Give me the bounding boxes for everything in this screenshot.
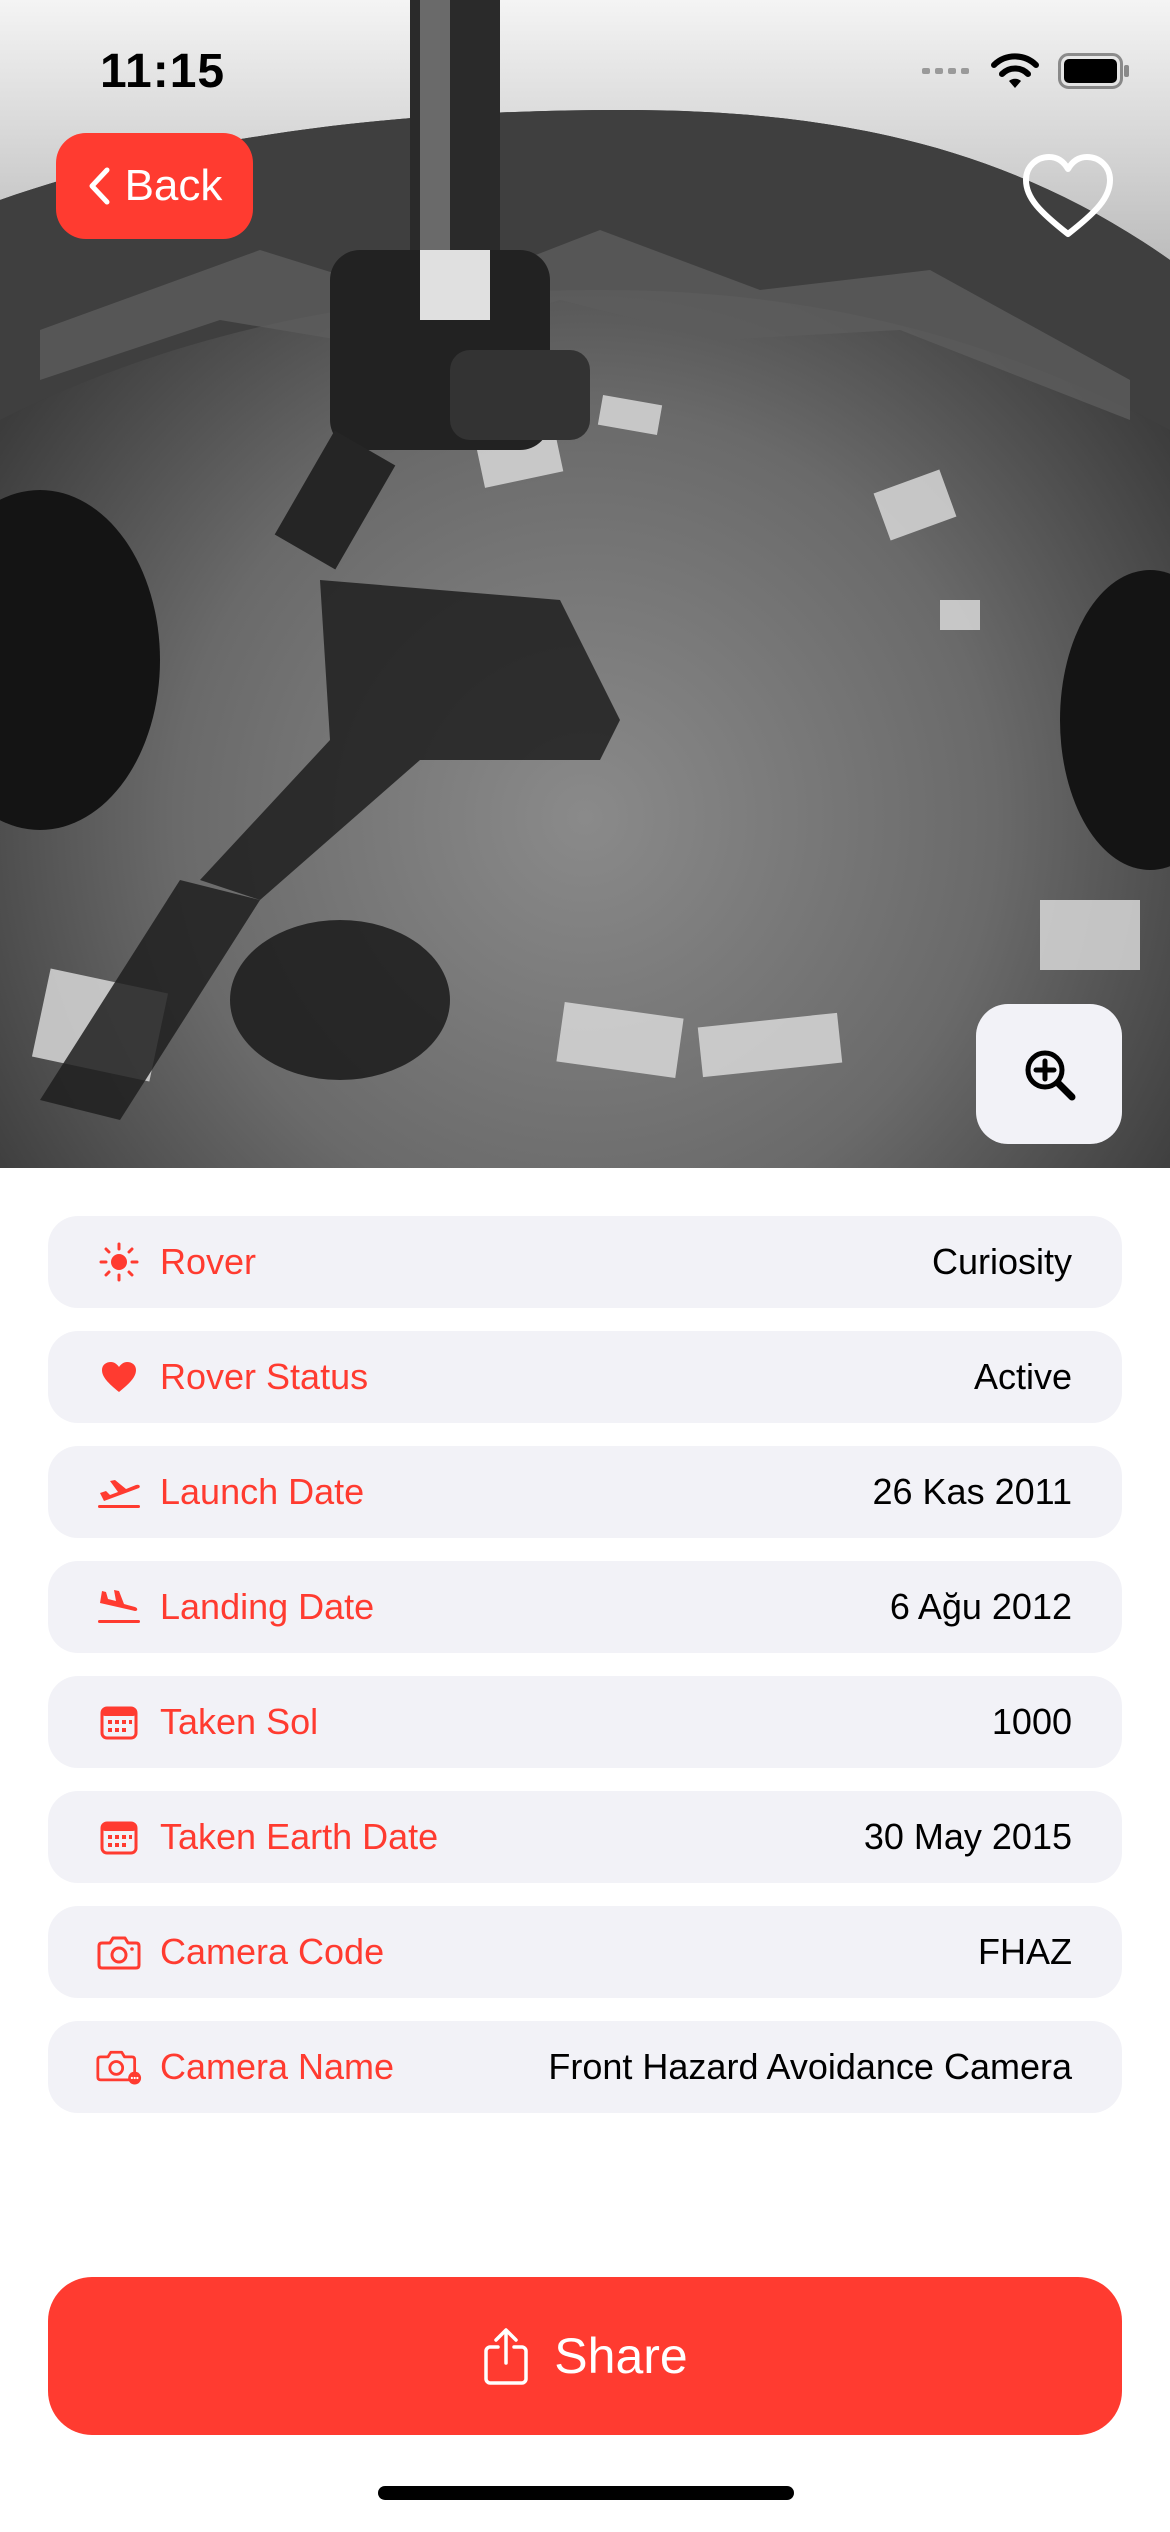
chevron-left-icon [89, 167, 110, 205]
detail-value: Curiosity [931, 1241, 1072, 1282]
detail-label: Launch Date [160, 1471, 365, 1512]
calendar-icon [96, 1814, 142, 1860]
share-button-label: Share [554, 2328, 688, 2384]
detail-value: 30 May 2015 [863, 1816, 1072, 1857]
detail-row-landing-date: Landing Date 6 Ağu 2012 [48, 1561, 1122, 1653]
detail-row-camera-name: Camera Name Front Hazard Avoidance Camer… [48, 2021, 1122, 2113]
detail-label: Camera Code [160, 1931, 385, 1972]
detail-label: Landing Date [160, 1586, 375, 1627]
airplane-arrival-icon [96, 1584, 142, 1630]
camera-icon [96, 1929, 142, 1975]
calendar-icon [96, 1699, 142, 1745]
detail-value: 1000 [991, 1701, 1072, 1742]
status-icons [922, 52, 1130, 90]
detail-row-launch-date: Launch Date 26 Kas 2011 [48, 1446, 1122, 1538]
battery-icon [1058, 53, 1129, 89]
back-button[interactable]: Back [56, 133, 253, 239]
status-time: 11:15 [100, 45, 226, 98]
zoom-button[interactable] [976, 1004, 1122, 1144]
detail-label: Rover Status [160, 1356, 369, 1397]
detail-row-rover-status: Rover Status Active [48, 1331, 1122, 1423]
camera-badge-icon [96, 2044, 142, 2090]
detail-value: Front Hazard Avoidance Camera [548, 2046, 1072, 2087]
favorite-button[interactable] [1020, 152, 1116, 242]
signal-icon [922, 68, 969, 74]
detail-label: Camera Name [160, 2046, 395, 2087]
detail-label: Taken Earth Date [160, 1816, 439, 1857]
detail-value: Active [973, 1356, 1072, 1397]
home-indicator [378, 2486, 794, 2500]
detail-label: Taken Sol [160, 1701, 319, 1742]
heart-outline-icon [1023, 154, 1113, 237]
detail-label: Rover [160, 1241, 257, 1282]
wifi-icon [991, 53, 1039, 88]
detail-row-taken-earth-date: Taken Earth Date 30 May 2015 [48, 1791, 1122, 1883]
zoom-in-icon [1025, 1050, 1076, 1101]
detail-row-taken-sol: Taken Sol 1000 [48, 1676, 1122, 1768]
share-icon [484, 2328, 529, 2385]
detail-value: FHAZ [978, 1931, 1072, 1972]
heart-icon [96, 1354, 142, 1400]
sun-icon [96, 1239, 142, 1285]
share-button[interactable]: Share [48, 2277, 1122, 2435]
airplane-departure-icon [96, 1469, 142, 1515]
detail-value: 26 Kas 2011 [872, 1471, 1073, 1512]
detail-row-rover: Rover Curiosity [48, 1216, 1122, 1308]
detail-row-camera-code: Camera Code FHAZ [48, 1906, 1122, 1998]
back-button-label: Back [124, 161, 223, 210]
detail-value: 6 Ağu 2012 [889, 1586, 1072, 1627]
details-list: Rover Curiosity Rover Status Active Laun… [48, 1216, 1122, 2136]
